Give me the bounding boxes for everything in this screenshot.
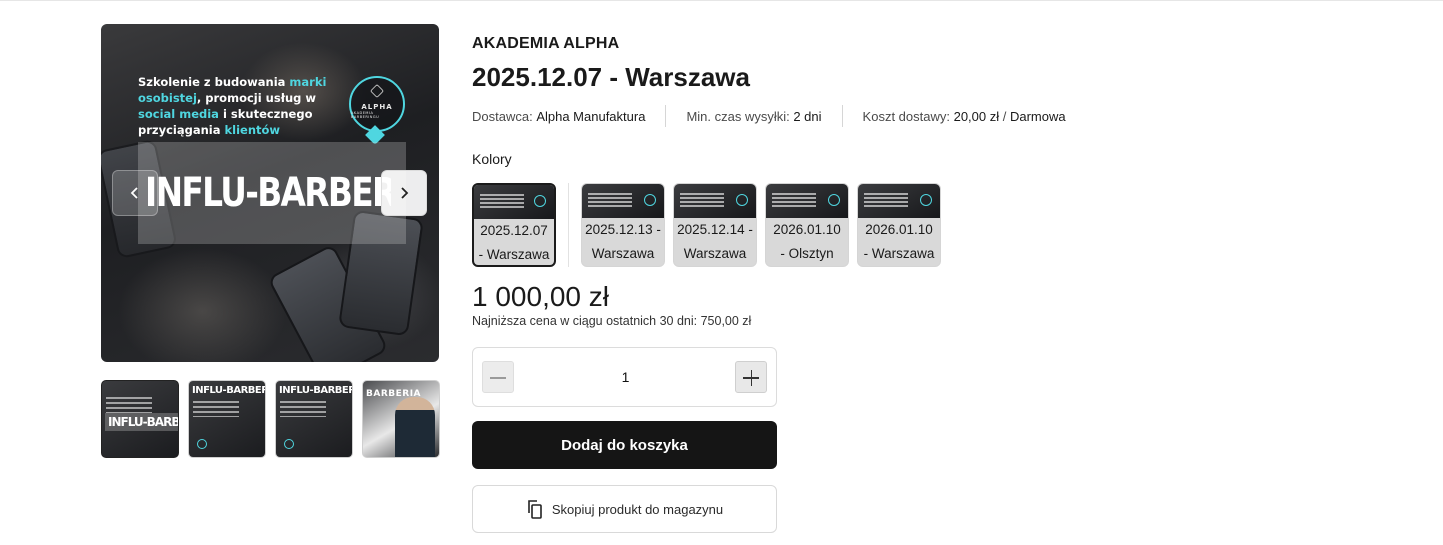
variant-thumbnail — [858, 184, 940, 218]
shipping-time-label: Min. czas wysyłki: — [686, 108, 794, 124]
map-pin-icon — [284, 439, 294, 449]
variant-option[interactable]: 2025.12.07- Warszawa — [472, 183, 556, 267]
promo-segment: , promocji usług w — [196, 91, 317, 105]
image-big-title: INFLU-BARBER — [145, 170, 391, 216]
minus-icon — [490, 377, 506, 379]
add-to-cart-button[interactable]: Dodaj do koszyka — [472, 421, 777, 469]
chevron-right-icon — [401, 187, 409, 199]
promo-text: Szkolenie z budowania marki osobistej, p… — [138, 74, 353, 138]
supplier-info: Dostawca: Alpha Manufaktura — [472, 109, 645, 124]
gallery-next-button[interactable] — [381, 170, 427, 216]
supplier-label: Dostawca: — [472, 108, 537, 124]
thumbnail-2[interactable]: INFLU-BARBER — [188, 380, 266, 458]
delivery-free-label: Darmowa — [1009, 108, 1066, 124]
gallery-prev-button[interactable] — [112, 170, 158, 216]
variant-thumbnail — [582, 184, 664, 218]
thumbnail-title: INFLU-BARBER — [105, 413, 178, 431]
thumbnail-strip: INFLU-BARBER INFLU-BARBER INFLU-BARBER B… — [101, 380, 440, 458]
quantity-increase-button[interactable] — [735, 361, 767, 393]
thumb-text-lines — [193, 401, 239, 417]
chevron-left-icon — [130, 187, 138, 199]
person-image — [395, 397, 435, 457]
shipping-time-value: 2 dni — [793, 108, 822, 124]
variant-label: 2026.01.10- Warszawa — [863, 222, 935, 261]
variant-label: 2026.01.10- Olsztyn — [773, 222, 841, 261]
map-pin-icon — [197, 439, 207, 449]
variant-option[interactable]: 2026.01.10- Olsztyn — [765, 183, 849, 267]
quantity-input[interactable] — [533, 362, 718, 392]
product-price: 1 000,00 zł — [472, 281, 609, 312]
variant-option[interactable]: 2026.01.10- Warszawa — [857, 183, 941, 267]
delivery-cost-value: 20,00 zł — [953, 108, 1000, 124]
variant-thumbnail — [766, 184, 848, 218]
product-title: 2025.12.07 - Warszawa — [472, 62, 750, 92]
thumb-text-lines — [280, 401, 326, 417]
shipping-time-info: Min. czas wysyłki: 2 dni — [686, 109, 821, 124]
delivery-separator: / — [999, 108, 1010, 124]
promo-segment: Szkolenie z budowania — [138, 75, 290, 89]
badge-subtitle: AKADEMIA BARBERINGU — [351, 111, 380, 119]
delivery-cost-label: Koszt dostawy: — [862, 108, 954, 124]
thumbnail-1[interactable]: INFLU-BARBER — [101, 380, 179, 458]
product-meta: Dostawca: Alpha Manufaktura Min. czas wy… — [472, 105, 1066, 127]
lowest-price-note: Najniższa cena w ciągu ostatnich 30 dni:… — [472, 314, 752, 328]
thumb-text-lines — [106, 397, 152, 413]
promo-highlight: klientów — [224, 123, 281, 137]
supplier-value[interactable]: Alpha Manufaktura — [536, 109, 645, 124]
brand-name[interactable]: AKADEMIA ALPHA — [472, 35, 619, 53]
thumbnail-title: INFLU-BARBER — [279, 385, 353, 396]
variant-thumbnail — [474, 185, 554, 219]
copy-to-store-label: Skopiuj produkt do magazynu — [551, 501, 724, 517]
logo-mark-icon — [369, 83, 385, 99]
variant-option[interactable]: 2025.12.13 - Warszawa — [581, 183, 665, 267]
alpha-logo-badge: ALPHA AKADEMIA BARBERINGU — [349, 76, 405, 132]
variant-label: 2025.12.14 - Warszawa — [677, 222, 753, 261]
variant-divider — [568, 183, 569, 267]
variant-selector: 2025.12.07- Warszawa 2025.12.13 - Warszaw… — [472, 183, 949, 267]
quantity-stepper — [472, 347, 777, 407]
copy-icon — [528, 500, 542, 519]
variant-option[interactable]: 2025.12.14 - Warszawa — [673, 183, 757, 267]
variant-thumbnail — [674, 184, 756, 218]
variant-label: 2025.12.13 - Warszawa — [585, 222, 661, 261]
promo-highlight: social media — [138, 107, 219, 121]
meta-divider — [665, 105, 667, 127]
thumbnail-3[interactable]: INFLU-BARBER — [275, 380, 353, 458]
badge-brand: ALPHA — [361, 103, 393, 111]
top-divider — [0, 0, 1443, 1]
quantity-decrease-button[interactable] — [482, 361, 514, 393]
thumbnail-title: INFLU-BARBER — [192, 385, 266, 396]
meta-divider — [841, 105, 843, 127]
copy-to-store-button[interactable]: Skopiuj produkt do magazynu — [472, 485, 777, 533]
colors-label: Kolory — [472, 151, 512, 167]
variant-label: 2025.12.07- Warszawa — [478, 223, 550, 262]
delivery-cost-info: Koszt dostawy: 20,00 zł / Darmowa — [863, 109, 1066, 124]
thumbnail-4[interactable]: BARBERIA — [362, 380, 440, 458]
